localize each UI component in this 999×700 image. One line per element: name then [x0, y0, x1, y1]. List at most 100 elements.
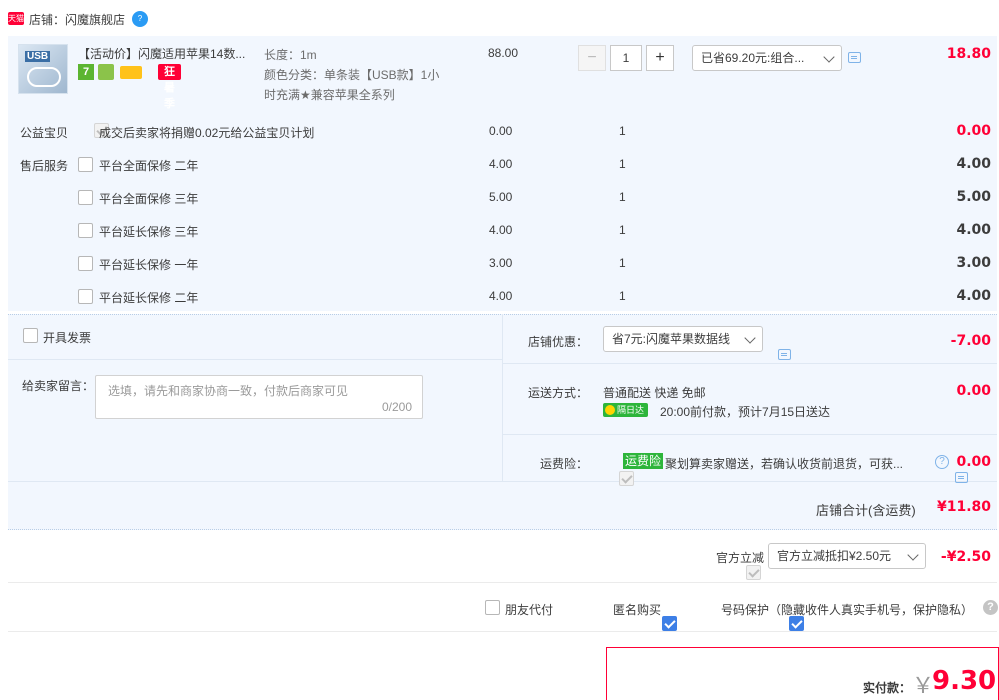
shipping-amount: 0.00	[956, 383, 991, 399]
shop-discount-label: 店铺优惠：	[528, 335, 589, 349]
charity-label: 公益宝贝	[20, 126, 69, 140]
invoice-label: 开具发票	[43, 331, 92, 345]
service-name: 平台全面保修 三年	[99, 192, 199, 206]
shop-total-label: 店铺合计(含运费)	[816, 503, 916, 518]
service-name: 平台全面保修 二年	[99, 159, 199, 173]
shop-total-amount: ¥11.80	[936, 499, 991, 515]
anonymous-checkbox[interactable]	[662, 615, 678, 631]
aftersale-label: 售后服务	[20, 159, 69, 173]
service-price: 3.00	[489, 256, 513, 270]
spec-color: 颜色分类：单条装【USB款】1小时充满★兼容苹果全系列	[264, 68, 440, 102]
invoice-checkbox[interactable]	[23, 328, 38, 343]
insurance-info-icon[interactable]	[954, 472, 968, 484]
charity-text: 成交后卖家将捐赠0.02元给公益宝贝计划	[99, 126, 315, 140]
discount-info-icon[interactable]	[848, 52, 861, 63]
service-checkbox[interactable]	[78, 157, 93, 172]
message-counter: 0/200	[381, 400, 412, 414]
product-thumbnail[interactable]: USB	[18, 44, 68, 94]
pay-amount: 9.30	[932, 666, 997, 696]
pay-summary-box: 实付款： ￥ 9.30	[606, 647, 999, 700]
service-total: 4.00	[956, 156, 991, 172]
insurance-help-icon[interactable]: ?	[935, 455, 949, 469]
shop-name[interactable]: 店铺：闪魔旗舰店	[29, 11, 125, 28]
service-checkbox[interactable]	[78, 289, 93, 304]
service-name: 平台延长保修 三年	[99, 225, 199, 239]
charity-qty: 1	[619, 124, 626, 138]
service-price: 5.00	[489, 190, 513, 204]
service-qty: 1	[619, 223, 626, 237]
service-qty: 1	[619, 289, 626, 303]
next-day-badge-label: 隔日达	[617, 405, 645, 415]
guarantee-icon	[98, 64, 114, 80]
spec-length: 长度：1m	[264, 48, 317, 62]
official-discount-checkbox	[746, 564, 762, 580]
shop-discount-value: 省7元:闪魔苹果数据线	[612, 332, 731, 346]
service-price: 4.00	[489, 157, 513, 171]
qty-increase-button[interactable]: +	[646, 45, 674, 71]
official-discount-select[interactable]: 官方立减抵扣¥2.50元	[768, 543, 926, 569]
friend-pay-label: 朋友代付	[505, 603, 554, 617]
service-total: 5.00	[956, 189, 991, 205]
seven-day-return-icon: 7	[78, 64, 94, 80]
service-total: 4.00	[956, 222, 991, 238]
service-checkbox[interactable]	[78, 190, 93, 205]
item-subtotal: 18.80	[946, 46, 991, 62]
service-checkbox[interactable]	[78, 223, 93, 238]
extras-divider-full	[8, 481, 997, 482]
service-qty: 1	[619, 190, 626, 204]
number-protect-label: 号码保护（隐藏收件人真实手机号，保护隐私）	[721, 603, 974, 617]
chevron-down-icon	[744, 332, 756, 344]
service-price: 4.00	[489, 223, 513, 237]
message-textarea[interactable]: 选填，请先和商家协商一致，付款后商家可见 0/200	[95, 375, 423, 419]
friend-pay-checkbox[interactable]	[485, 600, 500, 615]
anonymous-label: 匿名购买	[613, 603, 662, 617]
help-icon[interactable]: ?	[983, 600, 998, 615]
official-discount-value: 官方立减抵扣¥2.50元	[777, 549, 892, 563]
extras-divider-vertical	[502, 314, 503, 481]
item-discount-select[interactable]: 已省69.20元:组合...	[692, 45, 842, 71]
promo-badge: 狂暑季	[158, 64, 181, 110]
pay-label: 实付款：	[863, 681, 912, 695]
qty-input[interactable]: 1	[610, 45, 642, 71]
extras-divider-right-2	[503, 434, 997, 435]
shop-chat-icon[interactable]: ?	[132, 11, 148, 27]
product-title[interactable]: 【活动价】闪魔适用苹果14数...	[78, 45, 245, 62]
pay-currency: ￥	[912, 673, 935, 698]
quantity-stepper: − 1 +	[578, 45, 674, 71]
shop-discount-info-icon[interactable]	[778, 349, 791, 361]
insurance-text: 聚划算卖家赠送，若确认收货前退货，可获...	[665, 457, 904, 471]
service-qty: 1	[619, 256, 626, 270]
chevron-down-icon	[823, 51, 835, 63]
cable-graphic	[27, 67, 61, 87]
extras-divider-left	[8, 359, 502, 360]
extras-divider-right-1	[503, 363, 997, 364]
divider-2	[8, 631, 997, 632]
insurance-checkbox	[619, 470, 635, 486]
service-qty: 1	[619, 157, 626, 171]
item-discount-value: 已省69.20元:组合...	[701, 51, 805, 65]
charity-price: 0.00	[489, 124, 513, 138]
service-price: 4.00	[489, 289, 513, 303]
insurance-label: 运费险：	[540, 457, 589, 471]
service-total: 4.00	[956, 288, 991, 304]
official-discount-amount: -¥2.50	[940, 549, 991, 565]
thumbnail-label: USB	[25, 51, 51, 62]
service-checkbox[interactable]	[78, 256, 93, 271]
divider-1	[8, 582, 997, 583]
charity-total: 0.00	[956, 123, 991, 139]
shipping-label: 运送方式：	[528, 386, 589, 400]
tmall-badge: 天猫	[8, 12, 24, 25]
card-icon	[120, 66, 142, 79]
lightning-icon	[605, 405, 615, 415]
service-name: 平台延长保修 二年	[99, 291, 199, 305]
insurance-badge: 运费险	[623, 453, 664, 469]
qty-decrease-button[interactable]: −	[578, 45, 606, 71]
insurance-amount: 0.00	[956, 454, 991, 470]
unit-price: 88.00	[488, 46, 519, 60]
shop-discount-select[interactable]: 省7元:闪魔苹果数据线	[603, 326, 763, 352]
shop-header: 天猫 店铺：闪魔旗舰店 ?	[8, 8, 408, 30]
shipping-eta: 20:00前付款，预计7月15日送达	[660, 405, 831, 419]
shipping-method: 普通配送 快递 免邮	[603, 386, 706, 400]
chevron-down-icon	[907, 549, 919, 561]
official-discount-label: 官方立减	[716, 551, 765, 565]
